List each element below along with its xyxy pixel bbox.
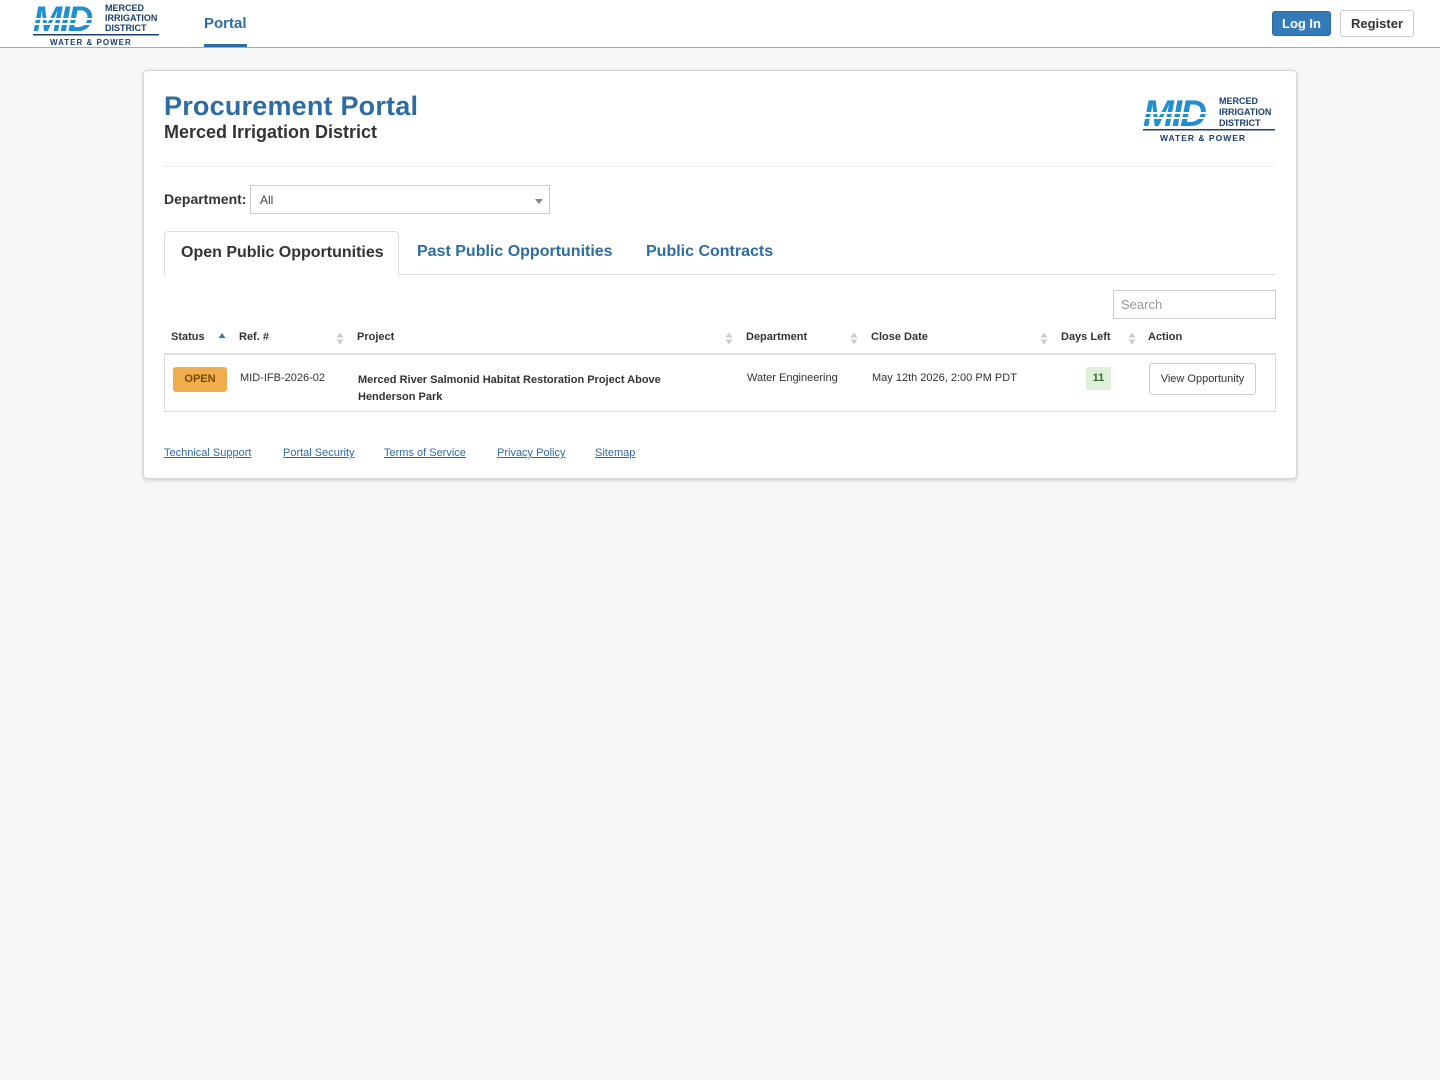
svg-text:MERCED: MERCED: [105, 3, 145, 13]
footer-link-portal-security[interactable]: Portal Security: [283, 447, 355, 459]
column-header-close-date[interactable]: Close Date: [871, 331, 928, 343]
tab-public-contracts[interactable]: Public Contracts: [646, 231, 773, 275]
sort-icon[interactable]: [725, 332, 733, 345]
sort-icon[interactable]: [1128, 332, 1136, 345]
page-subtitle: Merced Irrigation District: [164, 122, 378, 142]
svg-text:MID: MID: [33, 2, 93, 39]
days-left-badge: 11: [1086, 367, 1111, 390]
column-header-ref[interactable]: Ref. #: [239, 331, 269, 343]
column-header-days-left[interactable]: Days Left: [1061, 331, 1111, 343]
top-navbar: MID MERCED IRRIGATION DISTRICT WATER & P…: [0, 0, 1440, 48]
page-title: Procurement Portal: [164, 91, 419, 121]
footer-link-terms-of-service[interactable]: Terms of Service: [384, 447, 466, 459]
svg-text:IRRIGATION: IRRIGATION: [105, 13, 157, 23]
footer-link-sitemap[interactable]: Sitemap: [595, 447, 635, 459]
project-name: Merced River Salmonid Habitat Restoratio…: [358, 374, 661, 403]
ref-number: MID-IFB-2026-02: [240, 372, 325, 384]
mid-logo-header: MID MERCED IRRIGATION DISTRICT WATER & P…: [1142, 95, 1276, 143]
view-opportunity-button[interactable]: View Opportunity: [1149, 363, 1256, 395]
svg-text:DISTRICT: DISTRICT: [1219, 118, 1261, 128]
sort-ascending-icon[interactable]: [218, 332, 226, 345]
svg-text:DISTRICT: DISTRICT: [105, 23, 147, 33]
register-button[interactable]: Register: [1340, 10, 1414, 37]
tab-past-public-opportunities[interactable]: Past Public Opportunities: [417, 231, 613, 275]
mid-logo[interactable]: MID MERCED IRRIGATION DISTRICT WATER & P…: [32, 2, 160, 47]
svg-text:MERCED: MERCED: [1219, 96, 1259, 106]
department-selected-value: All: [260, 193, 274, 207]
status-badge: OPEN: [173, 367, 227, 392]
header-divider: [164, 166, 1274, 167]
svg-text:IRRIGATION: IRRIGATION: [1219, 107, 1271, 117]
department-label: Department:: [164, 191, 247, 207]
department-name: Water Engineering: [747, 372, 838, 384]
close-date: May 12th 2026, 2:00 PM PDT: [872, 372, 1017, 384]
svg-text:MID: MID: [1143, 95, 1206, 134]
department-select[interactable]: All: [250, 185, 550, 214]
table-row: OPEN MID-IFB-2026-02 Merced River Salmon…: [164, 355, 1276, 412]
caret-down-icon: [535, 199, 543, 204]
search-input[interactable]: [1113, 290, 1276, 319]
svg-text:WATER & POWER: WATER & POWER: [50, 38, 132, 47]
footer-link-technical-support[interactable]: Technical Support: [164, 447, 251, 459]
sort-icon[interactable]: [850, 332, 858, 345]
nav-portal-link[interactable]: Portal: [204, 0, 247, 47]
column-header-action: Action: [1148, 331, 1183, 343]
column-header-project[interactable]: Project: [357, 331, 394, 343]
svg-text:WATER & POWER: WATER & POWER: [1160, 133, 1246, 143]
login-button[interactable]: Log In: [1272, 11, 1331, 36]
footer-link-privacy-policy[interactable]: Privacy Policy: [497, 447, 565, 459]
sort-icon[interactable]: [1040, 332, 1048, 345]
tab-open-public-opportunities[interactable]: Open Public Opportunities: [164, 231, 399, 275]
procurement-panel: Procurement Portal Merced Irrigation Dis…: [143, 70, 1297, 479]
sort-icon[interactable]: [336, 332, 344, 345]
column-header-status[interactable]: Status: [171, 331, 205, 343]
column-header-department[interactable]: Department: [746, 331, 807, 343]
